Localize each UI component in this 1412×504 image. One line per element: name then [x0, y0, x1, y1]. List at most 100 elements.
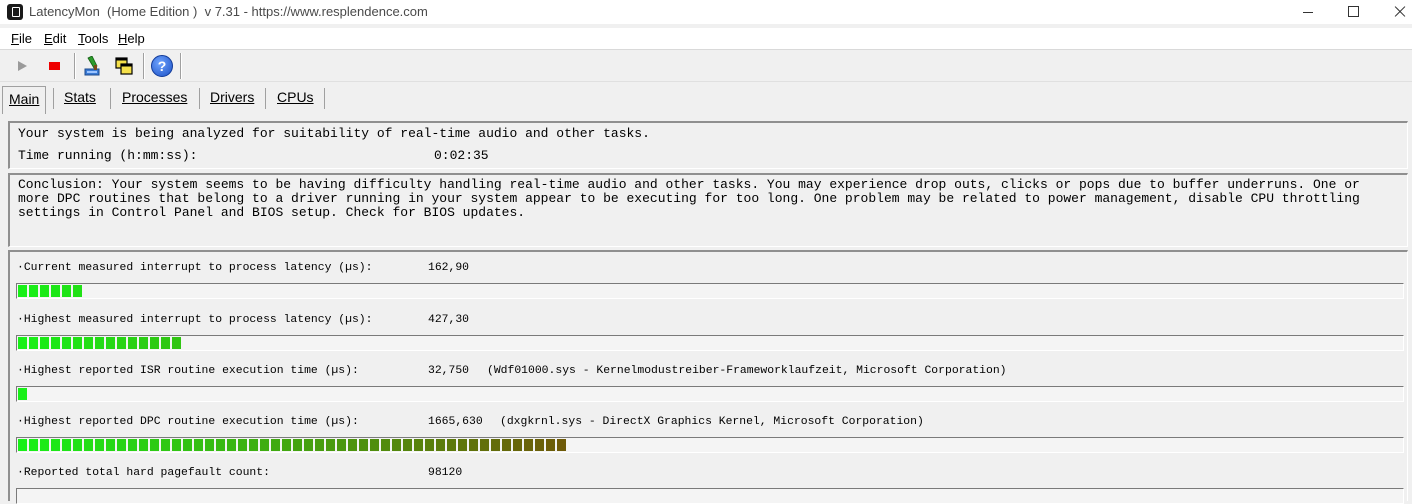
- bar-segment: [359, 439, 368, 451]
- bar-segment: [172, 439, 181, 451]
- latency-bar: [16, 488, 1404, 504]
- bar-segment: [282, 439, 291, 451]
- window-title: LatencyMon (Home Edition ) v 7.31 - http…: [29, 4, 428, 19]
- bar-segment: [370, 439, 379, 451]
- tab-processes[interactable]: Processes: [116, 85, 193, 110]
- bar-segment: [29, 439, 38, 451]
- windows-button[interactable]: [111, 53, 137, 79]
- maximize-button[interactable]: [1330, 0, 1376, 24]
- bar-segment: [84, 337, 93, 349]
- tab-stats[interactable]: Stats: [58, 85, 102, 110]
- bar-segment: [502, 439, 511, 451]
- latency-bar: [16, 335, 1404, 351]
- menu-edit[interactable]: Edit: [44, 31, 66, 46]
- metric-label: ·Current measured interrupt to process l…: [17, 262, 373, 274]
- tab-main[interactable]: Main: [2, 86, 47, 114]
- metric-label: ·Highest reported ISR routine execution …: [17, 365, 359, 377]
- bar-segment: [348, 439, 357, 451]
- bar-segment: [51, 285, 60, 297]
- bar-segment: [29, 337, 38, 349]
- bar-segment: [18, 337, 27, 349]
- bar-segment: [95, 337, 104, 349]
- bar-segment: [84, 439, 93, 451]
- conclusion-text: Conclusion: Your system seems to be havi…: [18, 177, 1360, 220]
- status-panel: Your system is being analyzed for suitab…: [8, 121, 1408, 169]
- metric-detail: (Wdf01000.sys - Kernelmodustreiber-Frame…: [487, 365, 1007, 377]
- bar-segment: [172, 337, 181, 349]
- bar-segment: [304, 439, 313, 451]
- bar-segment: [249, 439, 258, 451]
- start-button[interactable]: [10, 53, 36, 79]
- menu-tools[interactable]: Tools: [78, 31, 108, 46]
- tab-drivers[interactable]: Drivers: [204, 85, 260, 110]
- bar-segment: [73, 337, 82, 349]
- bar-segment: [238, 439, 247, 451]
- title-bar: LatencyMon (Home Edition ) v 7.31 - http…: [0, 0, 1412, 24]
- bar-segment: [205, 439, 214, 451]
- latency-bar: [16, 437, 1404, 453]
- bar-segment: [425, 439, 434, 451]
- app-icon: [7, 4, 23, 20]
- tab-cpus[interactable]: CPUs: [271, 85, 320, 110]
- windows-icon: [115, 57, 133, 75]
- bar-segment: [62, 439, 71, 451]
- tab-bar: Main Stats Processes Drivers CPUs: [0, 82, 1412, 115]
- metric-value: 98120: [428, 467, 463, 479]
- metric-value: 427,30: [428, 314, 470, 326]
- toolbar: ?: [0, 50, 1412, 82]
- time-running-value: 0:02:35: [434, 148, 489, 163]
- tools-icon: [84, 56, 100, 76]
- tools-button[interactable]: [79, 53, 105, 79]
- bar-segment: [150, 439, 159, 451]
- bar-segment: [414, 439, 423, 451]
- close-button[interactable]: [1376, 0, 1412, 24]
- bar-segment: [51, 439, 60, 451]
- bar-segment: [161, 439, 170, 451]
- metric-label: ·Highest reported DPC routine execution …: [17, 416, 359, 428]
- bar-segment: [128, 337, 137, 349]
- bar-segment: [117, 439, 126, 451]
- help-button[interactable]: ?: [149, 53, 175, 79]
- bar-segment: [469, 439, 478, 451]
- bar-segment: [216, 439, 225, 451]
- bar-segment: [106, 439, 115, 451]
- bar-segment: [18, 439, 27, 451]
- bar-segment: [150, 337, 159, 349]
- bar-segment: [73, 439, 82, 451]
- bar-segment: [62, 285, 71, 297]
- bar-segment: [194, 439, 203, 451]
- metric-detail: (dxgkrnl.sys - DirectX Graphics Kernel, …: [500, 416, 924, 428]
- help-icon: ?: [151, 55, 173, 77]
- bar-segment: [161, 337, 170, 349]
- bar-segment: [480, 439, 489, 451]
- conclusion-panel: Conclusion: Your system seems to be havi…: [8, 173, 1408, 247]
- bar-segment: [403, 439, 412, 451]
- bar-segment: [447, 439, 456, 451]
- bar-segment: [458, 439, 467, 451]
- latency-bar: [16, 386, 1404, 402]
- bar-segment: [128, 439, 137, 451]
- bar-segment: [62, 337, 71, 349]
- bar-segment: [524, 439, 533, 451]
- bar-segment: [326, 439, 335, 451]
- bar-segment: [51, 337, 60, 349]
- minimize-button[interactable]: [1284, 0, 1330, 24]
- metric-label: ·Reported total hard pagefault count:: [17, 467, 270, 479]
- bar-segment: [40, 285, 49, 297]
- bar-segment: [293, 439, 302, 451]
- metric-label: ·Highest measured interrupt to process l…: [17, 314, 373, 326]
- bar-segment: [557, 439, 566, 451]
- bar-segment: [139, 337, 148, 349]
- stop-button[interactable]: [42, 53, 68, 79]
- bar-segment: [183, 439, 192, 451]
- bar-segment: [40, 439, 49, 451]
- analysis-status-text: Your system is being analyzed for suitab…: [18, 126, 650, 141]
- bar-segment: [117, 337, 126, 349]
- bar-segment: [29, 285, 38, 297]
- bar-segment: [271, 439, 280, 451]
- latency-bar: [16, 283, 1404, 299]
- bar-segment: [337, 439, 346, 451]
- menu-help[interactable]: Help: [118, 31, 145, 46]
- menu-file[interactable]: File: [11, 31, 32, 46]
- bar-segment: [40, 337, 49, 349]
